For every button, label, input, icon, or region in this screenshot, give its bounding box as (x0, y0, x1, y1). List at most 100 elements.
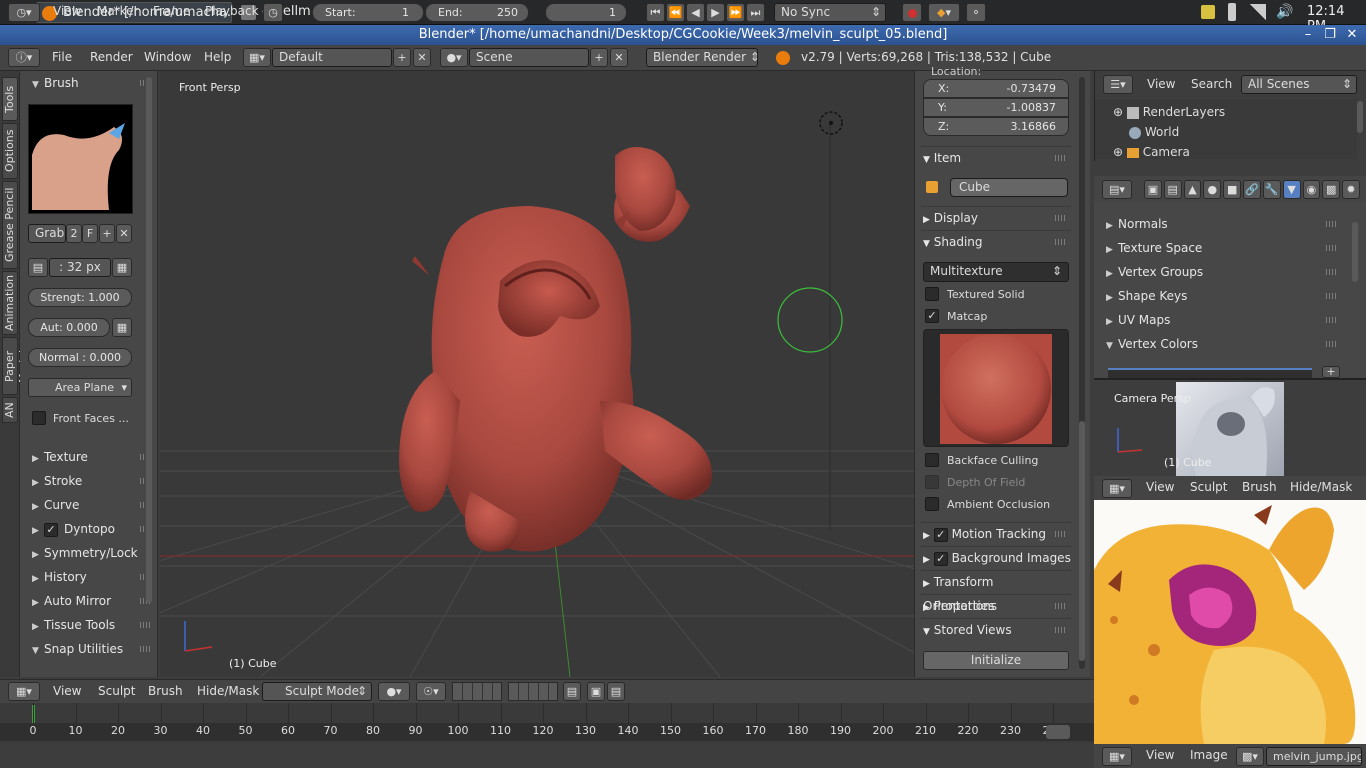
stroke-panel-header[interactable]: ▶ Stroke (28, 470, 156, 492)
next-keyframe-icon[interactable]: ⏩ (726, 3, 745, 22)
remove-layout-icon[interactable]: ✕ (413, 48, 431, 67)
toolshelf-scrollbar[interactable] (146, 77, 152, 603)
layers-selector[interactable] (452, 682, 502, 701)
material-tab-icon[interactable]: ◉ (1302, 180, 1321, 199)
record-icon[interactable] (902, 3, 922, 22)
timeline-menu-view[interactable]: View (53, 4, 81, 18)
timeline-scroll-handle[interactable] (1046, 725, 1070, 739)
outliner-search-menu[interactable]: Search (1191, 77, 1232, 91)
add-scene-icon[interactable]: + (590, 48, 608, 67)
ambient-occlusion-checkbox[interactable] (925, 497, 939, 511)
battery-icon[interactable] (1228, 3, 1236, 21)
opengl-render-icon[interactable]: ▣ (587, 682, 605, 701)
motion-tracking-panel-header[interactable]: ▶ ✓ Motion Tracking (921, 522, 1071, 544)
jump-start-icon[interactable]: ⏮ (646, 3, 665, 22)
timeline-menu-marker[interactable]: Marker (97, 4, 138, 18)
vertex-colors-list[interactable] (1108, 368, 1312, 378)
normals-panel-header[interactable]: ▶ Normals (1102, 213, 1342, 235)
render-layers-tab-icon[interactable]: ▤ (1163, 180, 1182, 199)
outliner-editor-type-icon[interactable]: ☰▾ (1103, 75, 1133, 94)
transform-orientations-panel-header[interactable]: ▶ Transform Orientations (921, 570, 1071, 613)
tab-options[interactable]: Options (2, 123, 18, 179)
add-brush-icon[interactable]: + (99, 224, 115, 243)
menu-window[interactable]: Window (144, 50, 191, 64)
outliner-item-world[interactable]: World (1129, 125, 1179, 139)
brush-users[interactable]: 2 (66, 224, 82, 243)
render-engine-select[interactable]: Blender Render ⇕ (646, 48, 758, 67)
tab-paper-model[interactable]: Paper Model (2, 337, 30, 395)
data-tab-icon[interactable]: ▼ (1282, 180, 1301, 199)
brush-fake-user[interactable]: F (82, 224, 98, 243)
strength-slider[interactable]: Strengt: 1.000 (28, 288, 132, 307)
uv-maps-panel-header[interactable]: ▶ UV Maps (1102, 309, 1342, 331)
scene-icon[interactable]: ●▾ (440, 48, 468, 67)
viewport-editor-type-icon[interactable]: ▦▾ (8, 682, 40, 701)
layout-select[interactable]: Default (272, 48, 392, 67)
brush-panel-header[interactable]: ▼ Brush (28, 72, 156, 94)
physics-tab-icon[interactable]: ✹ (1342, 180, 1360, 199)
menu-render[interactable]: Render (90, 50, 133, 64)
info-editor-type-icon[interactable]: ⓘ▾ (8, 48, 40, 67)
sync-select[interactable]: No Sync ⇕ (774, 3, 886, 22)
remove-scene-icon[interactable]: ✕ (610, 48, 628, 67)
dyntopo-checkbox[interactable]: ✓ (44, 522, 58, 537)
outliner-scrollbar[interactable] (1357, 101, 1363, 133)
viewport-menu-view[interactable]: View (53, 684, 81, 698)
auto-mirror-panel-header[interactable]: ▶ Auto Mirror (28, 590, 156, 612)
matcap-checkbox[interactable]: ✓ (925, 309, 939, 323)
curve-panel-header[interactable]: ▶ Curve (28, 494, 156, 516)
scene-select[interactable]: Scene (469, 48, 589, 67)
camera-menu-hidemask[interactable]: Hide/Mask (1290, 480, 1352, 494)
background-images-checkbox[interactable]: ✓ (933, 551, 948, 566)
backface-culling-checkbox[interactable] (925, 453, 939, 467)
properties-editor-type-icon[interactable]: ▤▾ (1102, 180, 1132, 199)
camera-menu-brush[interactable]: Brush (1242, 480, 1277, 494)
mode-select[interactable]: Sculpt Mode ⇕ (262, 682, 372, 701)
scene-tab-icon[interactable]: ▲ (1183, 180, 1202, 199)
shading-panel-header[interactable]: ▼ Shading (921, 230, 1071, 252)
timeline[interactable]: 0 10 20 30 40 50 60 70 80 90 100 110 120 130 140 150 160… (0, 703, 1094, 743)
location-y-field[interactable]: Y: -1.00837 (923, 98, 1069, 117)
stored-views-panel-header[interactable]: ▼ Stored Views (921, 618, 1071, 640)
viewport-menu-hidemask[interactable]: Hide/Mask (197, 684, 259, 698)
viewport-menu-brush[interactable]: Brush (148, 684, 183, 698)
display-panel-header[interactable]: ▶ Display (921, 206, 1071, 228)
image-browse-icon[interactable]: ▩▾ (1236, 747, 1264, 766)
lock-radius-icon[interactable]: ▤ (28, 258, 48, 277)
camera-menu-view[interactable]: View (1146, 480, 1174, 494)
outliner-item-renderlayers[interactable]: ⊕ RenderLayers (1113, 105, 1225, 119)
close-icon[interactable]: ✕ (1342, 25, 1362, 45)
add-layout-icon[interactable]: + (393, 48, 411, 67)
background-images-panel-header[interactable]: ▶ ✓ Background Images (921, 546, 1071, 568)
tab-animation[interactable]: Animation (2, 271, 18, 335)
textured-solid-checkbox[interactable] (925, 287, 939, 301)
timeline-menu-frame[interactable]: Frame (153, 4, 190, 18)
timeline-editor-type-icon[interactable]: ◷▾ (8, 3, 40, 22)
image-editor-type-icon[interactable]: ▦▾ (1102, 747, 1132, 766)
opengl-anim-icon[interactable]: ▤ (607, 682, 625, 701)
layout-icon[interactable]: ▦▾ (243, 48, 271, 67)
lock-layers-icon[interactable]: ▤ (563, 682, 581, 701)
location-x-field[interactable]: X: -0.73479 (923, 79, 1069, 98)
item-panel-header[interactable]: ▼ Item (921, 146, 1071, 168)
texture-tab-icon[interactable]: ▩ (1322, 180, 1341, 199)
viewport-shading-icon[interactable]: ●▾ (378, 682, 410, 701)
depth-of-field-checkbox[interactable] (925, 475, 939, 489)
play-reverse-icon[interactable]: ◀ (686, 3, 705, 22)
radius-field[interactable]: : 32 px (49, 258, 111, 277)
camera-viewport[interactable]: Camera Persp (1) Cube (1094, 378, 1366, 476)
properties-scrollbar[interactable] (1352, 222, 1358, 282)
symmetry-panel-header[interactable]: ▶ Symmetry/Lock (28, 542, 156, 564)
image-editor[interactable] (1094, 500, 1366, 744)
image-menu-view[interactable]: View (1146, 748, 1174, 762)
image-name-field[interactable]: melvin_jump.jpg (1266, 747, 1362, 766)
vertex-colors-panel-header[interactable]: ▼ Vertex Colors (1102, 333, 1342, 355)
shading-mode-select[interactable]: Multitexture ⇕ (923, 262, 1069, 282)
initialize-button[interactable]: Initialize (923, 651, 1069, 670)
npanel-scrollbar[interactable] (1079, 421, 1085, 661)
minimize-icon[interactable]: – (1298, 25, 1318, 45)
snap-utilities-panel-header[interactable]: ▼ Snap Utilities (28, 638, 156, 660)
timeline-menu-playback[interactable]: Playback (205, 4, 259, 18)
normal-weight-slider[interactable]: Normal : 0.000 (28, 348, 132, 367)
viewport-menu-sculpt[interactable]: Sculpt (98, 684, 135, 698)
